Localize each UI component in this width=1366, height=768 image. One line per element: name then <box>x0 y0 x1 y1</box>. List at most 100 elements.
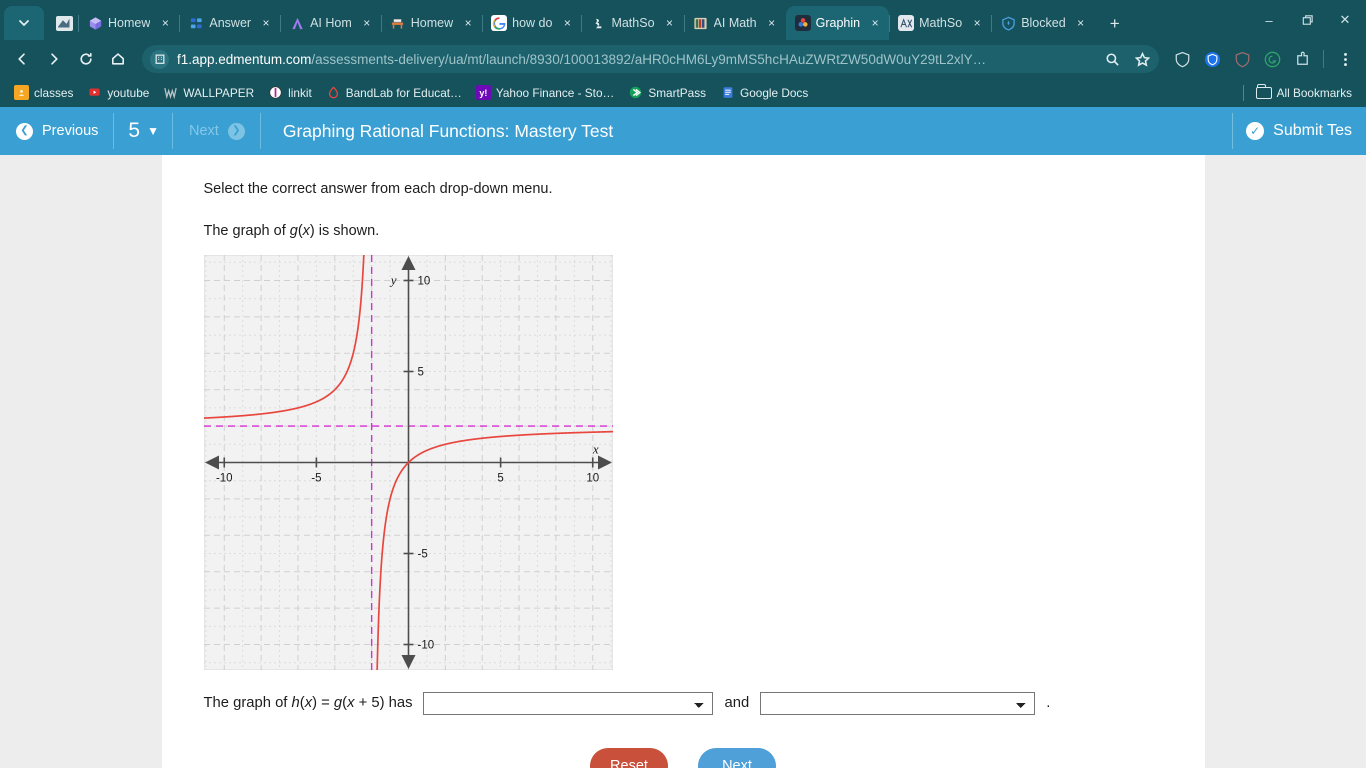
adblock-shield-icon[interactable] <box>1169 46 1195 72</box>
next-button-toolbar[interactable]: Next ❯ <box>173 107 261 155</box>
minimize-button[interactable]: – <box>1250 5 1288 35</box>
previous-label: Previous <box>42 123 98 139</box>
tab-label: Homew <box>411 16 453 30</box>
site-info-icon[interactable] <box>150 50 169 69</box>
browser-tab-7[interactable]: AI Math × <box>684 6 786 40</box>
youtube-icon <box>87 85 102 100</box>
shield-icon <box>1000 15 1016 31</box>
tab-list: Homew × Answer × AI Hom × <box>78 0 1250 40</box>
dropdown-asymptote-1[interactable] <box>423 692 713 715</box>
bookmark-label: classes <box>34 86 73 100</box>
grammarly-icon[interactable] <box>1259 46 1285 72</box>
url-text[interactable]: f1.app.edmentum.com/assessments-delivery… <box>177 52 1093 67</box>
tab-close-icon[interactable]: × <box>157 15 173 31</box>
address-bar[interactable]: f1.app.edmentum.com/assessments-delivery… <box>142 45 1159 73</box>
answer-row: The graph of h(x) = g(x + 5) has and . <box>162 670 1205 715</box>
browser-tab-8-active[interactable]: Graphin × <box>786 6 889 40</box>
page-title: Graphing Rational Functions: Mastery Tes… <box>261 107 629 155</box>
content-area: Select the correct answer from each drop… <box>0 155 1366 768</box>
svg-text:-10: -10 <box>417 639 434 651</box>
close-window-button[interactable]: ✕ <box>1326 5 1364 35</box>
browser-tab-5[interactable]: how do × <box>482 6 581 40</box>
bookmark-bandlab[interactable]: BandLab for Educat… <box>320 82 468 103</box>
question-card: Select the correct answer from each drop… <box>162 155 1205 768</box>
browser-tab-4[interactable]: Homew × <box>381 6 482 40</box>
next-label: Next <box>189 123 219 139</box>
tab-close-icon[interactable]: × <box>764 15 780 31</box>
maximize-button[interactable] <box>1288 5 1326 35</box>
home-button[interactable] <box>104 45 132 73</box>
tab-label: AI Hom <box>310 16 352 30</box>
tab-close-icon[interactable]: × <box>969 15 985 31</box>
bookmark-label: BandLab for Educat… <box>346 86 462 100</box>
browser-window: Homew × Answer × AI Hom × <box>0 0 1366 768</box>
ai-homework-icon <box>289 15 305 31</box>
graph-container: -10-5510105-5-10yx <box>162 243 1205 670</box>
dropdown-asymptote-2[interactable] <box>760 692 1035 715</box>
browser-tab-3[interactable]: AI Hom × <box>280 6 381 40</box>
tab-label: AI Math <box>714 16 757 30</box>
tab-close-icon[interactable]: × <box>662 15 678 31</box>
bookmark-smartpass[interactable]: SmartPass <box>622 82 712 103</box>
tab-close-icon[interactable]: × <box>359 15 375 31</box>
browser-tab-1[interactable]: Homew × <box>78 6 179 40</box>
graphing-icon <box>795 15 811 31</box>
bookmark-google-docs[interactable]: Google Docs <box>714 82 814 103</box>
tab-label: Answer <box>209 16 251 30</box>
svg-text:5: 5 <box>497 472 503 484</box>
tab-label: how do <box>512 16 552 30</box>
question-number-selector[interactable]: 5 ▼ <box>114 107 173 155</box>
extensions-puzzle-icon[interactable] <box>1289 46 1315 72</box>
bookmark-classes[interactable]: classes <box>8 82 79 103</box>
chrome-menu-icon[interactable] <box>1332 46 1358 72</box>
tab-label: Homew <box>108 16 150 30</box>
search-icon[interactable] <box>1101 48 1123 70</box>
bookmark-label: Yahoo Finance - Sto… <box>496 86 614 100</box>
all-bookmarks-button[interactable]: All Bookmarks <box>1250 83 1358 103</box>
browser-tab-9[interactable]: MathSo × <box>889 6 991 40</box>
next-button[interactable]: Next <box>698 748 776 768</box>
svg-text:-5: -5 <box>311 472 321 484</box>
arrow-left-icon: ❮ <box>16 123 33 140</box>
svg-text:10: 10 <box>417 275 430 287</box>
reload-button[interactable] <box>72 45 100 73</box>
bookmark-yahoo-finance[interactable]: y! Yahoo Finance - Sto… <box>470 82 620 103</box>
all-bookmarks-label: All Bookmarks <box>1277 86 1352 100</box>
chevron-down-icon: ▼ <box>147 124 159 138</box>
tab-close-icon[interactable]: × <box>258 15 274 31</box>
browser-toolbar: f1.app.edmentum.com/assessments-delivery… <box>0 40 1366 78</box>
submit-test-button[interactable]: ✓ Submit Tes <box>1232 107 1366 155</box>
previous-button[interactable]: ❮ Previous <box>0 107 114 155</box>
tab-close-icon[interactable]: × <box>867 15 883 31</box>
new-tab-button[interactable]: + <box>1101 9 1129 37</box>
bookmark-label: linkit <box>288 86 312 100</box>
privacy-shield-icon[interactable] <box>1229 46 1255 72</box>
tab-search-button[interactable] <box>4 6 44 40</box>
browser-tab-2[interactable]: Answer × <box>179 6 280 40</box>
bookmark-linkit[interactable]: linkit <box>262 82 318 103</box>
question-number: 5 <box>128 119 140 143</box>
security-shield-icon[interactable] <box>1199 46 1225 72</box>
tab-close-icon[interactable]: × <box>559 15 575 31</box>
svg-text:y: y <box>388 272 396 287</box>
tab-close-icon[interactable]: × <box>1073 15 1089 31</box>
back-button[interactable] <box>8 45 36 73</box>
svg-text:x: x <box>591 441 598 456</box>
bookmark-wallpaper[interactable]: WALLPAPER <box>157 82 260 103</box>
prompt-suffix: is shown. <box>315 223 379 239</box>
profile-avatar-icon[interactable] <box>50 6 78 40</box>
arrow-right-icon: ❯ <box>228 123 245 140</box>
tab-close-icon[interactable]: × <box>460 15 476 31</box>
browser-tab-6[interactable]: MathSo × <box>581 6 683 40</box>
reset-button[interactable]: Reset <box>590 748 668 768</box>
browser-tab-10[interactable]: Blocked × <box>991 6 1094 40</box>
linkit-icon <box>268 85 283 100</box>
bookmark-divider <box>1243 85 1244 101</box>
forward-button[interactable] <box>40 45 68 73</box>
svg-text:-5: -5 <box>417 548 427 560</box>
prompt-text: The graph of g(x) is shown. <box>162 221 1205 243</box>
bookmark-star-icon[interactable] <box>1131 48 1153 70</box>
toolbar-divider <box>1323 50 1324 68</box>
bookmark-youtube[interactable]: youtube <box>81 82 155 103</box>
google-icon <box>491 15 507 31</box>
